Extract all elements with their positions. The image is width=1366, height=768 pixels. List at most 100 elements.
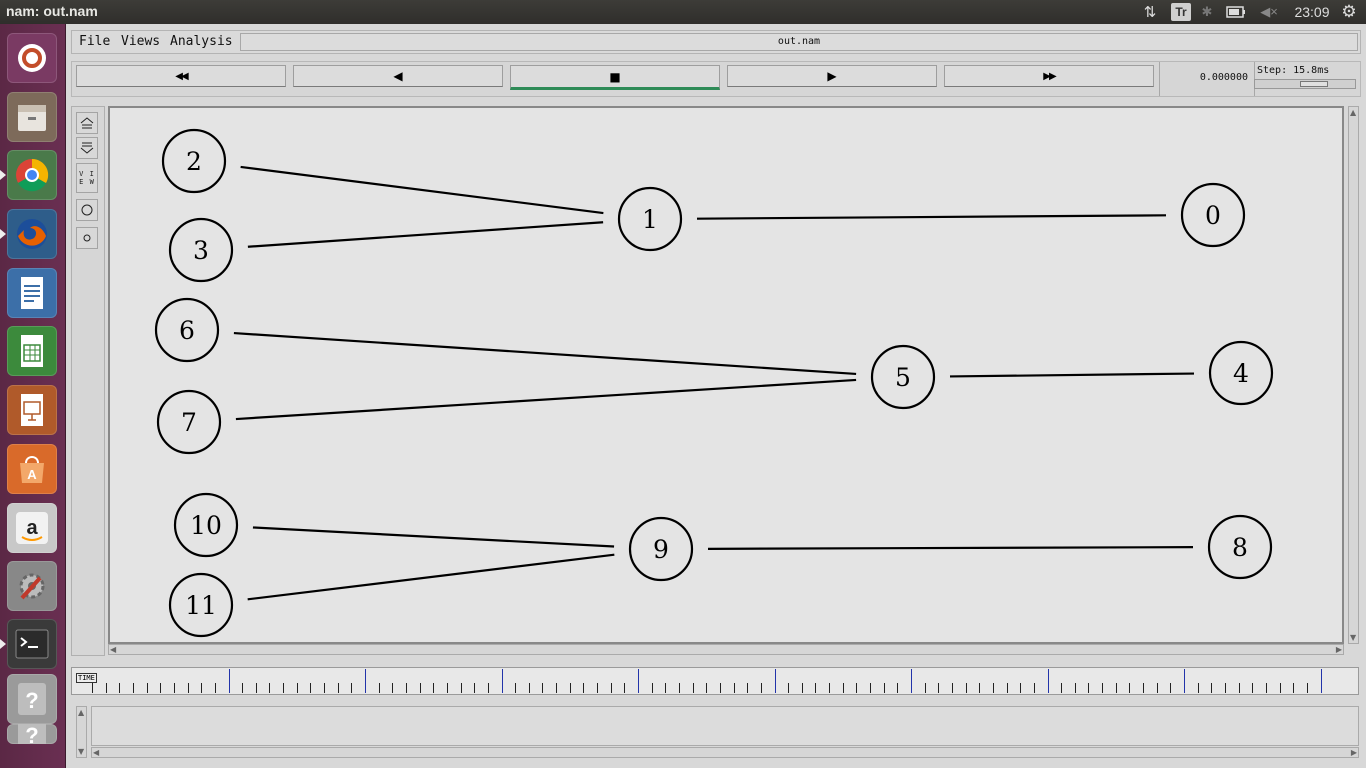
libreoffice-writer-icon[interactable] xyxy=(7,268,57,318)
timeline-tick xyxy=(296,683,298,693)
libreoffice-impress-icon[interactable] xyxy=(7,385,57,435)
step-back-button[interactable]: ◀ xyxy=(293,65,503,87)
battery-icon[interactable] xyxy=(1225,2,1247,22)
node-0[interactable]: 0 xyxy=(1180,182,1246,248)
software-center-icon[interactable]: A xyxy=(7,444,57,494)
node-4[interactable]: 4 xyxy=(1208,340,1274,406)
timeline-tick xyxy=(1320,669,1322,693)
keyboard-layout-indicator[interactable]: Tr xyxy=(1171,3,1191,21)
node-5[interactable]: 5 xyxy=(870,344,936,410)
zoom-out-icon[interactable] xyxy=(76,137,98,159)
rewind-button[interactable]: ◀◀ xyxy=(76,65,286,87)
node-label: 3 xyxy=(193,236,209,265)
node-2[interactable]: 2 xyxy=(161,128,227,194)
timeline-tick xyxy=(610,683,612,693)
annotation-panel[interactable] xyxy=(91,706,1359,746)
annotation-vertical-scrollbar[interactable]: ▲ ▼ xyxy=(76,706,87,758)
node-11[interactable]: 11 xyxy=(168,572,234,638)
time-display: 0.000000 xyxy=(1159,62,1255,96)
timeline-tick xyxy=(911,669,912,693)
help-icon[interactable]: ? xyxy=(7,674,57,724)
node-1[interactable]: 1 xyxy=(617,186,683,252)
node-9[interactable]: 9 xyxy=(628,516,694,582)
firefox-icon[interactable] xyxy=(7,209,57,259)
scroll-left-icon[interactable]: ◀ xyxy=(110,645,116,654)
timeline-tick xyxy=(214,683,216,693)
scroll-left-icon[interactable]: ◀ xyxy=(93,748,99,757)
menu-views[interactable]: Views xyxy=(121,34,160,49)
timeline-tick xyxy=(132,683,134,693)
link-10-9[interactable] xyxy=(252,526,615,548)
node-10[interactable]: 10 xyxy=(173,492,239,558)
timeline-tick xyxy=(419,683,421,693)
timeline-tick xyxy=(201,683,203,693)
horizontal-scrollbar[interactable]: ◀ ▶ xyxy=(108,644,1344,655)
network-icon[interactable]: ⇅ xyxy=(1140,2,1160,22)
chrome-icon[interactable] xyxy=(7,150,57,200)
node-6[interactable]: 6 xyxy=(154,297,220,363)
link-7-5[interactable] xyxy=(235,378,857,421)
timeline-tick xyxy=(119,683,121,693)
network-canvas[interactable]: 0 1 2 3 4 5 6 7 8 9 10 11 xyxy=(108,106,1344,644)
timeline-tick xyxy=(187,683,189,693)
link-6-5[interactable] xyxy=(233,331,857,376)
step-slider[interactable] xyxy=(1254,79,1356,89)
link-1-0[interactable] xyxy=(696,214,1167,220)
timeline-tick xyxy=(883,683,885,693)
scroll-up-icon[interactable]: ▲ xyxy=(1350,108,1356,117)
node-label: 8 xyxy=(1232,533,1248,562)
system-settings-icon[interactable] xyxy=(7,561,57,611)
timeline-tick xyxy=(665,683,667,693)
link-2-1[interactable] xyxy=(240,165,604,215)
time-marker[interactable]: TIME xyxy=(76,673,97,683)
link-9-8[interactable] xyxy=(707,546,1194,550)
node-3[interactable]: 3 xyxy=(168,217,234,283)
menu-analysis[interactable]: Analysis xyxy=(170,34,233,49)
ubuntu-dash-icon[interactable] xyxy=(7,33,57,83)
zoom-in-icon[interactable] xyxy=(76,112,98,134)
volume-muted-icon[interactable]: ◀× xyxy=(1259,2,1279,22)
fast-forward-button[interactable]: ▶▶ xyxy=(944,65,1154,87)
link-3-1[interactable] xyxy=(247,221,604,248)
timeline-tick xyxy=(733,683,735,693)
step-slider-thumb[interactable] xyxy=(1300,81,1328,87)
annotation-horizontal-scrollbar[interactable]: ◀ ▶ xyxy=(91,747,1359,758)
timeline-tick xyxy=(146,683,148,693)
rewind-icon: ◀◀ xyxy=(175,70,188,82)
help-icon-2[interactable]: ? xyxy=(7,724,57,744)
link-5-4[interactable] xyxy=(949,372,1195,378)
stop-button[interactable]: ■ xyxy=(510,65,720,90)
timeline-slider[interactable]: TIME xyxy=(71,667,1359,695)
vertical-scrollbar[interactable]: ▲ ▼ xyxy=(1348,106,1359,644)
timeline-tick xyxy=(1211,683,1213,693)
step-label: Step: 15.8ms xyxy=(1257,65,1330,76)
libreoffice-calc-icon[interactable] xyxy=(7,326,57,376)
scroll-up-icon[interactable]: ▲ xyxy=(78,708,84,717)
timeline-tick xyxy=(1252,683,1254,693)
scroll-right-icon[interactable]: ▶ xyxy=(1336,645,1342,654)
gear-icon[interactable]: ⚙ xyxy=(1338,2,1360,22)
timeline-tick xyxy=(255,683,257,693)
bluetooth-icon[interactable]: ✱ xyxy=(1200,2,1214,22)
circle-small-icon[interactable] xyxy=(76,227,98,249)
timeline-tick xyxy=(474,683,476,693)
node-8[interactable]: 8 xyxy=(1207,514,1273,580)
clock[interactable]: 23:09 xyxy=(1290,2,1334,22)
menu-file[interactable]: File xyxy=(79,34,110,49)
svg-text:A: A xyxy=(27,467,37,482)
timeline-tick xyxy=(569,683,571,693)
view-button[interactable]: V I E W xyxy=(76,163,98,193)
topology-svg: 0 1 2 3 4 5 6 7 8 9 10 11 xyxy=(154,128,1274,638)
scroll-down-icon[interactable]: ▼ xyxy=(78,747,84,756)
play-button[interactable]: ▶ xyxy=(727,65,937,87)
link-11-9[interactable] xyxy=(247,553,615,601)
files-icon[interactable] xyxy=(7,92,57,142)
circle-large-icon[interactable] xyxy=(76,199,98,221)
scroll-down-icon[interactable]: ▼ xyxy=(1350,633,1356,642)
timeline-tick xyxy=(1088,683,1090,693)
scroll-right-icon[interactable]: ▶ xyxy=(1351,748,1357,757)
amazon-icon[interactable]: a xyxy=(7,503,57,553)
terminal-icon[interactable] xyxy=(7,619,57,669)
node-7[interactable]: 7 xyxy=(156,389,222,455)
timeline-tick xyxy=(597,683,599,693)
